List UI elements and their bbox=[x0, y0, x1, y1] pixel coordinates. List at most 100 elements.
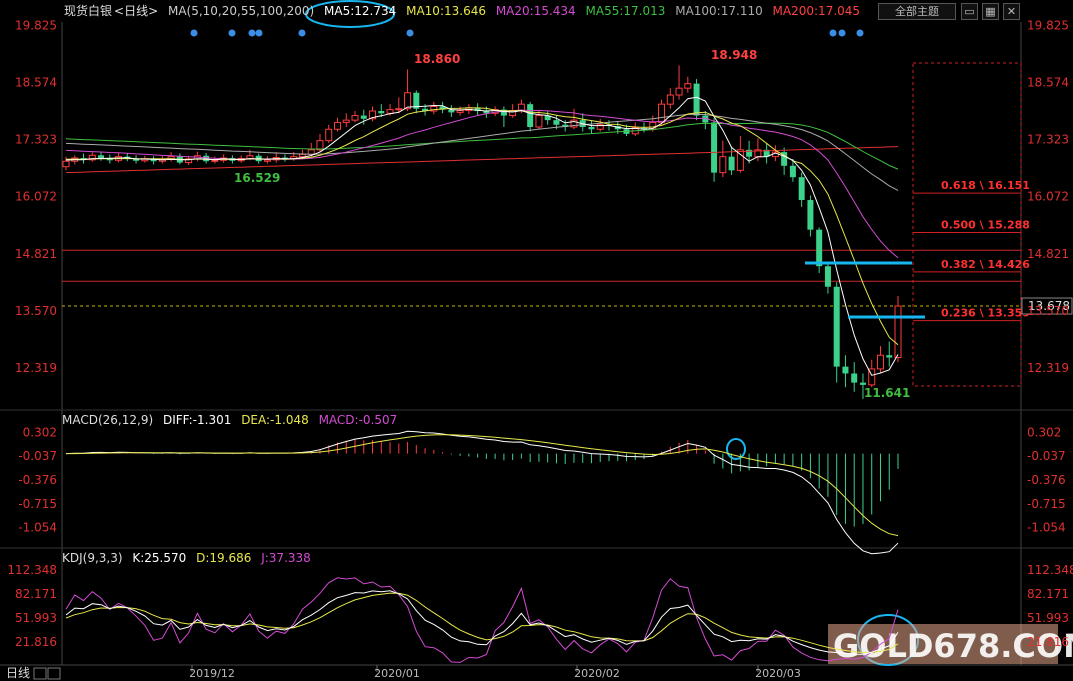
candle-body bbox=[535, 115, 543, 128]
macd-diff-line bbox=[65, 430, 899, 555]
kdj-tick-right: 21.816 bbox=[1027, 635, 1069, 649]
candle-body bbox=[684, 83, 692, 89]
candle-body bbox=[693, 83, 700, 116]
candle-body bbox=[342, 119, 350, 123]
candle-body bbox=[894, 305, 902, 359]
candle-body bbox=[728, 156, 735, 171]
price-annotation: 11.641 bbox=[864, 386, 910, 400]
month-label: 2020/01 bbox=[374, 667, 420, 680]
candle-body bbox=[378, 111, 385, 114]
candle-body bbox=[711, 122, 718, 173]
macd-title: MACD(26,12,9) bbox=[62, 413, 154, 427]
ma10-line bbox=[65, 107, 899, 346]
minimize-button[interactable]: ▭ bbox=[961, 3, 978, 20]
candle-body bbox=[404, 92, 412, 110]
close-button[interactable]: ✕ bbox=[1003, 3, 1020, 20]
signal-dot bbox=[829, 29, 837, 37]
candle-body bbox=[658, 103, 666, 123]
kdj-k-line bbox=[65, 590, 899, 655]
candle-body bbox=[98, 155, 105, 159]
signal-dot bbox=[406, 29, 414, 37]
macd-indicator bbox=[65, 430, 899, 555]
price-tick-left: 17.323 bbox=[15, 133, 57, 147]
macd-tick-left: -0.715 bbox=[18, 497, 57, 511]
macd-tick-right: -0.715 bbox=[1027, 497, 1066, 511]
candle-body bbox=[298, 153, 306, 158]
fib-label: 0.618 \ 16.151 bbox=[941, 179, 1030, 192]
price-tick-left: 14.821 bbox=[15, 247, 57, 261]
ma200-value: MA200:17.045 bbox=[772, 4, 861, 18]
fib-label: 0.500 \ 15.288 bbox=[941, 219, 1030, 232]
period-button-right bbox=[47, 667, 61, 680]
candle-body bbox=[842, 366, 849, 374]
candle-body bbox=[333, 121, 341, 130]
fib-label: 0.236 \ 13.359 bbox=[941, 307, 1030, 320]
candle-body bbox=[211, 159, 219, 162]
signal-dot bbox=[856, 29, 864, 37]
period-label: 日线 bbox=[6, 666, 30, 680]
price-annotation: 18.860 bbox=[414, 52, 460, 66]
signal-dot bbox=[298, 29, 306, 37]
price-chart[interactable]: 18.860 18.948 16.529 11.641 0.618 \ 16.151 0.… bbox=[0, 0, 1073, 681]
ma5-line bbox=[65, 96, 899, 376]
price-tick-right: 18.574 bbox=[1027, 76, 1069, 90]
macd-title-bar: MACD(26,12,9) DIFF:-1.301 DEA:-1.048 MAC… bbox=[62, 413, 403, 427]
ma-params: MA(5,10,20,55,100,200) bbox=[167, 4, 315, 18]
candle-body bbox=[876, 354, 884, 370]
candle-body bbox=[456, 110, 464, 113]
kdj-j-line bbox=[65, 577, 899, 663]
candle-body bbox=[395, 108, 403, 111]
macd-tick-right: -0.376 bbox=[1027, 473, 1066, 487]
theme-select-button[interactable]: 全部主题 bbox=[878, 3, 956, 20]
kdj-tick-right: 82.171 bbox=[1027, 587, 1069, 601]
candle-body bbox=[719, 156, 727, 174]
macd-diff: DIFF:-1.301 bbox=[162, 413, 232, 427]
candle-series bbox=[62, 65, 902, 399]
grid-button[interactable]: ▦ bbox=[982, 3, 999, 20]
ma10-value: MA10:13.646 bbox=[406, 4, 486, 18]
moving-average-lines bbox=[65, 96, 899, 376]
month-label: 2019/12 bbox=[189, 667, 235, 680]
period-button-left bbox=[33, 667, 47, 680]
macd-value: MACD:-0.507 bbox=[318, 413, 398, 427]
price-tick-right: 14.821 bbox=[1027, 247, 1069, 261]
ma100-value: MA100:17.110 bbox=[675, 4, 763, 18]
candle-body bbox=[386, 109, 394, 114]
price-tick-right: 16.072 bbox=[1027, 190, 1069, 204]
signal-dot bbox=[838, 29, 846, 37]
macd-tick-right: -0.037 bbox=[1027, 449, 1066, 463]
candle-body bbox=[807, 200, 814, 230]
candle-body bbox=[666, 94, 674, 105]
price-annotation: 16.529 bbox=[234, 171, 280, 185]
period-selector[interactable]: <日线> bbox=[114, 4, 158, 18]
ma20-value: MA20:15.434 bbox=[495, 4, 576, 18]
candle-body bbox=[263, 159, 271, 162]
macd-tick-left: -1.054 bbox=[18, 521, 57, 535]
price-tick-left: 18.574 bbox=[15, 76, 57, 90]
price-tick-left: 13.570 bbox=[15, 304, 57, 318]
candle-body bbox=[816, 229, 823, 267]
candle-body bbox=[553, 120, 560, 125]
candle-body bbox=[246, 155, 254, 159]
macd-tick-right: 0.302 bbox=[1027, 425, 1061, 439]
month-label: 2020/02 bbox=[574, 667, 620, 680]
macd-tick-left: -0.376 bbox=[18, 473, 57, 487]
kdj-tick-right: 112.348 bbox=[1027, 563, 1073, 577]
price-tick-right: 13.570 bbox=[1027, 304, 1069, 318]
instrument-name[interactable]: 现货白银 bbox=[64, 4, 112, 18]
ma55-value: MA55:17.013 bbox=[585, 4, 666, 18]
macd-dea: DEA:-1.048 bbox=[241, 413, 309, 427]
signal-dot bbox=[190, 29, 198, 37]
candle-body bbox=[833, 286, 840, 367]
candle-body bbox=[859, 382, 866, 385]
price-tick-right: 12.319 bbox=[1027, 361, 1069, 375]
price-annotation: 18.948 bbox=[711, 48, 757, 62]
kdj-k: K:25.570 bbox=[132, 551, 187, 565]
candle-body bbox=[851, 373, 858, 383]
signal-dot bbox=[228, 29, 236, 37]
candle-body bbox=[316, 140, 324, 151]
kdj-title: KDJ(9,3,3) bbox=[62, 551, 123, 565]
candle-body bbox=[527, 104, 534, 127]
signal-dot bbox=[255, 29, 263, 37]
fib-label: 0.382 \ 14.426 bbox=[941, 258, 1030, 271]
